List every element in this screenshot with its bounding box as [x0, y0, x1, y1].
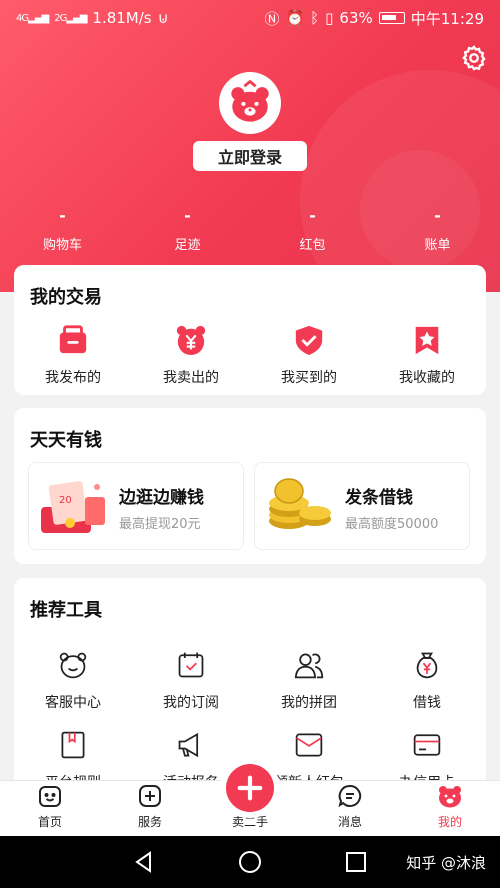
- daily-money-card: 天天有钱 20 边逛边赚钱 最高提现20元 发条借钱 最高额度50000: [14, 408, 486, 564]
- trade-item-favorites[interactable]: 我收藏的: [368, 323, 486, 387]
- nav-service[interactable]: 服务: [100, 781, 200, 836]
- plus-square-icon: [139, 785, 161, 807]
- nav-home[interactable]: 首页: [0, 781, 100, 836]
- network-speed: 1.81M/s: [92, 9, 152, 27]
- money-bag-icon: [410, 648, 444, 682]
- megaphone-icon: [174, 728, 208, 762]
- alarm-icon: ⏰: [285, 9, 305, 27]
- envelope-icon: [292, 728, 326, 762]
- stat-bill[interactable]: - 账单: [375, 206, 500, 253]
- svg-text:20: 20: [59, 495, 72, 506]
- settings-gear-icon[interactable]: [460, 44, 488, 72]
- bear-face-icon: [56, 648, 90, 682]
- recents-square-icon[interactable]: [344, 850, 368, 874]
- credit-card-icon: [410, 728, 444, 762]
- bookmark-star-icon: [410, 323, 444, 357]
- login-button[interactable]: 立即登录: [193, 141, 307, 171]
- shield-check-icon: [292, 323, 326, 357]
- back-triangle-icon[interactable]: [132, 850, 156, 874]
- status-bar: 4G▂▄▆ 2G▂▄▆ 1.81M/s ⊍ Ⓝ ⏰ ᛒ ▯ 63% 中午11:2…: [0, 0, 500, 36]
- calendar-check-icon: [174, 648, 208, 682]
- tool-my-subscriptions[interactable]: 我的订阅: [132, 648, 250, 712]
- home-face-icon: [39, 786, 61, 807]
- tool-borrow[interactable]: 借钱: [368, 648, 486, 712]
- nav-mine[interactable]: 我的: [400, 781, 500, 836]
- tool-my-group-buy[interactable]: 我的拼团: [250, 648, 368, 712]
- system-nav-bar: 知乎 @沐浪: [0, 836, 500, 888]
- trade-item-bought[interactable]: 我买到的: [250, 323, 368, 387]
- trade-item-published[interactable]: 我发布的: [14, 323, 132, 387]
- bear-icon: [439, 786, 461, 808]
- trade-item-sold[interactable]: 我卖出的: [132, 323, 250, 387]
- plus-circle-icon: [237, 775, 263, 801]
- home-circle-icon[interactable]: [238, 850, 262, 874]
- gold-coins-icon: [263, 477, 335, 537]
- watermark: 知乎 @沐浪: [406, 854, 486, 872]
- earn-while-browsing-box[interactable]: 20 边逛边赚钱 最高提现20元: [28, 462, 244, 550]
- rule-book-icon: [56, 728, 90, 762]
- bear-avatar-icon: [231, 79, 269, 122]
- clock: 中午11:29: [410, 9, 484, 28]
- my-trade-card: 我的交易 我发布的 我卖出的 我买到的 我收藏的: [14, 265, 486, 395]
- chat-icon: [338, 784, 362, 808]
- group-users-icon: [292, 648, 326, 682]
- stat-red-packet[interactable]: - 红包: [250, 206, 375, 253]
- stat-footprint[interactable]: - 足迹: [125, 206, 250, 253]
- card-title: 推荐工具: [30, 600, 102, 621]
- battery-percent: 63%: [339, 9, 373, 27]
- nav-messages[interactable]: 消息: [300, 781, 400, 836]
- card-title: 天天有钱: [30, 430, 102, 451]
- yen-bear-icon: [174, 323, 208, 357]
- signal-icon: 4G▂▄▆: [16, 12, 49, 24]
- stats-row: - 购物车 - 足迹 - 红包 - 账单: [0, 206, 500, 253]
- avatar[interactable]: [219, 72, 281, 134]
- usb-icon: ⊍: [157, 9, 169, 27]
- signal-icon: 2G▂▄▆: [54, 12, 87, 24]
- red-envelope-icon: 20: [37, 477, 109, 537]
- tool-customer-service[interactable]: 客服中心: [14, 648, 132, 712]
- bluetooth-icon: ᛒ: [310, 9, 320, 27]
- bag-icon: [56, 323, 90, 357]
- card-title: 我的交易: [30, 287, 102, 308]
- sell-second-hand-button[interactable]: [226, 764, 274, 812]
- battery-icon: [378, 12, 405, 24]
- stat-cart[interactable]: - 购物车: [0, 206, 125, 253]
- borrow-money-box[interactable]: 发条借钱 最高额度50000: [254, 462, 470, 550]
- vibrate-icon: ▯: [325, 9, 334, 27]
- nfc-icon: Ⓝ: [264, 9, 280, 28]
